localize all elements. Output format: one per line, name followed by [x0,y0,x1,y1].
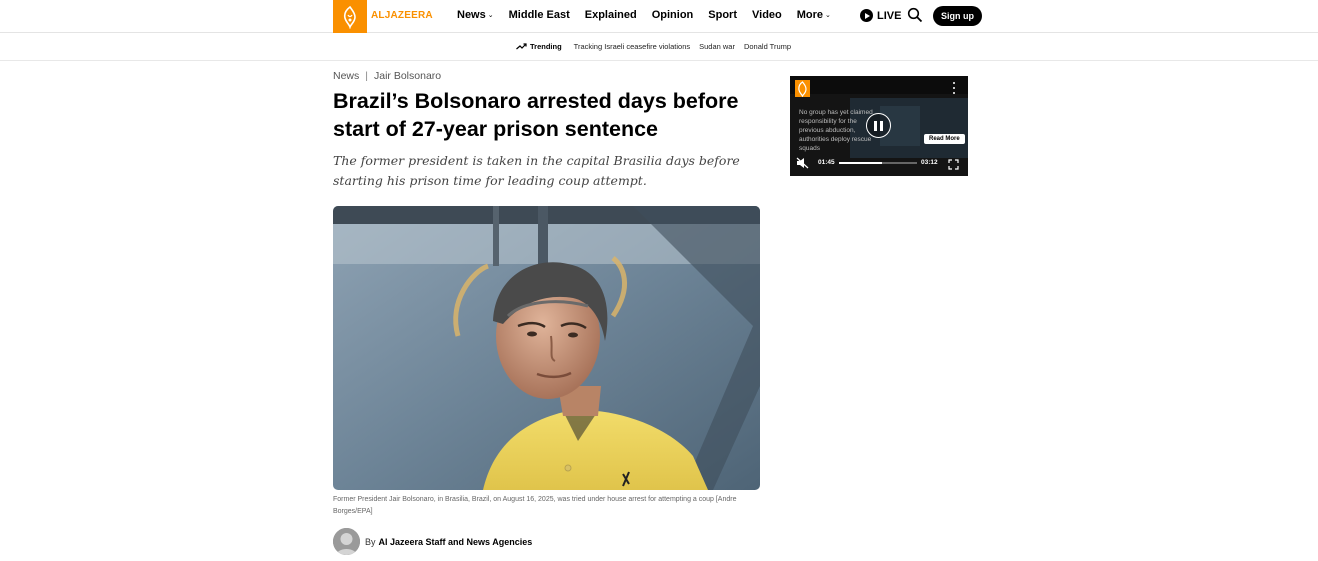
site-header: ALJAZEERA News ⌄ Middle East Explained Op… [0,0,1318,33]
nav-label: Opinion [651,9,694,21]
nav-item-video[interactable]: Video [752,9,782,21]
author-link[interactable]: Al Jazeera Staff and News Agencies [379,537,533,547]
hero-image [333,206,760,490]
volume-muted-icon [796,157,809,169]
trending-label: Trending [516,42,562,51]
article-subtitle: The former president is taken in the cap… [333,153,740,188]
trending-label-text: Trending [530,42,562,51]
logo-wordmark[interactable]: ALJAZEERA [371,10,433,21]
current-time: 01:45 [818,159,835,166]
chevron-down-icon: ⌄ [487,12,494,19]
main-nav: News ⌄ Middle East Explained Opinion Spor… [457,9,846,21]
aljazeera-logo-icon [795,80,810,98]
trending-link[interactable]: Donald Trump [744,42,791,51]
nav-item-explained[interactable]: Explained [585,9,637,21]
breadcrumb-link[interactable]: News [333,70,359,82]
trending-list: Trending Tracking Israeli ceasefire viol… [516,42,800,51]
aljazeera-logo-icon [343,5,356,29]
hero-photo [333,206,760,490]
nav-label: Sport [708,9,737,21]
fullscreen-button[interactable] [948,157,959,170]
author-avatar[interactable] [333,528,360,555]
author-avatar-icon [333,528,360,555]
pause-button[interactable] [866,113,891,138]
trending-up-icon [516,43,527,50]
nav-label: News [457,9,486,21]
nav-label: Explained [584,9,637,21]
search-button[interactable] [907,7,923,23]
trending-bar: Trending Tracking Israeli ceasefire viol… [0,33,1318,61]
video-progress-bar[interactable] [839,162,917,164]
nav-label: Middle East [508,9,570,21]
search-icon [907,7,923,23]
nav-item-more[interactable]: More ⌄ [797,9,831,21]
nav-item-middle-east[interactable]: Middle East [509,9,570,21]
chevron-down-icon: ⌄ [825,12,831,19]
trending-link[interactable]: Tracking Israeli ceasefire violations [574,42,690,51]
breadcrumb-separator: | [365,70,368,82]
byline-prefix: By [365,536,376,547]
video-overlay-text: No group has yet claimed responsibility … [799,109,873,152]
live-label: LIVE [877,9,902,22]
video-player[interactable]: No group has yet claimed responsibility … [790,76,968,176]
live-button[interactable]: LIVE [860,9,901,22]
read-more-button[interactable]: Read More [924,134,965,144]
nav-label: Video [752,9,782,21]
breadcrumb: News | Jair Bolsonaro [333,70,441,82]
byline: By Al Jazeera Staff and News Agencies [333,528,532,555]
article-title: Brazil’s Bolsonaro arrested days before … [333,89,739,141]
more-options-icon[interactable] [951,82,957,94]
duration: 03:12 [921,159,938,166]
breadcrumb-link[interactable]: Jair Bolsonaro [374,70,441,82]
nav-label: More [796,9,824,21]
nav-item-opinion[interactable]: Opinion [652,9,694,21]
aljazeera-logo[interactable] [333,0,367,33]
mute-button[interactable] [796,156,809,169]
nav-item-sport[interactable]: Sport [708,9,737,21]
image-caption: Former President Jair Bolsonaro, in Bras… [333,496,737,515]
video-progress-fill [839,162,882,164]
trending-link[interactable]: Sudan war [699,42,735,51]
signup-button[interactable]: Sign up [933,6,982,26]
play-icon [860,9,873,22]
fullscreen-icon [948,159,959,170]
nav-item-news[interactable]: News ⌄ [457,9,494,21]
